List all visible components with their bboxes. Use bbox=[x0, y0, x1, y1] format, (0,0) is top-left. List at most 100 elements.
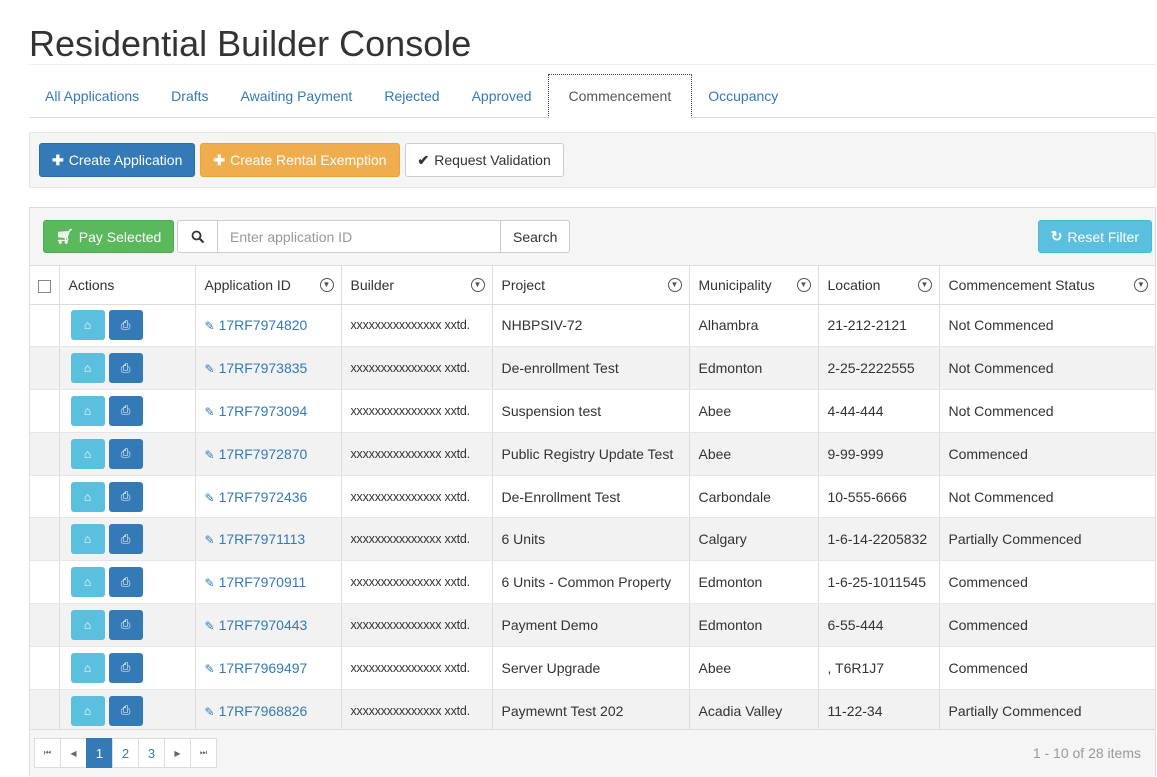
print-icon[interactable]: ⎙ bbox=[108, 438, 143, 469]
page-button-1[interactable]: 1 bbox=[86, 738, 113, 768]
actions-cell: ⌂ ⎙ bbox=[59, 603, 196, 647]
table-row[interactable]: ⌂ ⎙ ✎ 17RF7973094 xxxxxxxxxxxxxxx xxtd. Suspe… bbox=[30, 389, 1155, 433]
municipality-cell: Edmonton bbox=[689, 603, 819, 647]
filter-icon[interactable]: ▼ bbox=[470, 278, 485, 292]
row-select-cell bbox=[30, 560, 60, 605]
application-id-text: 17RF7970911 bbox=[218, 574, 307, 591]
application-id-link[interactable]: ✎ 17RF7973835 bbox=[205, 360, 308, 376]
home-icon[interactable]: ⌂ bbox=[70, 609, 105, 640]
actions-cell: ⌂ ⎙ bbox=[59, 517, 196, 562]
application-id-text: 17RF7973094 bbox=[218, 402, 308, 419]
location-cell: 1-6-14-2205832 bbox=[818, 517, 940, 562]
actions-cell: ⌂ ⎙ bbox=[59, 475, 196, 519]
filter-icon[interactable]: ▼ bbox=[667, 278, 682, 292]
select-all-header bbox=[30, 266, 60, 305]
first-page-icon[interactable]: ⏮ bbox=[34, 738, 61, 768]
print-icon[interactable]: ⎙ bbox=[108, 395, 143, 426]
home-icon[interactable]: ⌂ bbox=[70, 438, 105, 469]
print-icon[interactable]: ⎙ bbox=[108, 652, 143, 683]
table-row[interactable]: ⌂ ⎙ ✎ 17RF7972870 xxxxxxxxxxxxxxx xxtd. Publi… bbox=[30, 432, 1155, 476]
tab-occupancy[interactable]: Occupancy bbox=[692, 74, 794, 117]
column-header-commencement-status[interactable]: Commencement Status ▼ bbox=[939, 266, 1155, 305]
tab-commencement[interactable]: Commencement bbox=[547, 74, 693, 118]
next-page-icon[interactable]: ▶ bbox=[164, 738, 191, 768]
tab-drafts[interactable]: Drafts bbox=[155, 74, 224, 117]
page-button-3[interactable]: 3 bbox=[138, 738, 165, 768]
print-icon[interactable]: ⎙ bbox=[108, 353, 143, 384]
column-header-location[interactable]: Location ▼ bbox=[818, 266, 940, 305]
project-cell: Payment Demo bbox=[492, 603, 690, 647]
application-id-cell: ✎ 17RF7970443 bbox=[195, 603, 342, 647]
home-icon[interactable]: ⌂ bbox=[70, 481, 105, 512]
table-row[interactable]: ⌂ ⎙ ✎ 17RF7969497 xxxxxxxxxxxxxxx xxtd. Serve… bbox=[30, 646, 1155, 690]
last-page-icon[interactable]: ⏭ bbox=[190, 738, 217, 768]
home-icon[interactable]: ⌂ bbox=[70, 310, 105, 341]
filter-icon[interactable]: ▼ bbox=[1134, 278, 1148, 292]
filter-icon[interactable]: ▼ bbox=[319, 278, 334, 292]
create-application-button[interactable]: ✚ Create Application bbox=[39, 143, 196, 177]
application-id-text: 17RF7972436 bbox=[218, 488, 308, 505]
actions-cell: ⌂ ⎙ bbox=[59, 646, 196, 690]
table-row[interactable]: ⌂ ⎙ ✎ 17RF7973835 xxxxxxxxxxxxxxx xxtd. De-en… bbox=[30, 346, 1155, 391]
tab-awaiting-payment[interactable]: Awaiting Payment bbox=[225, 74, 369, 117]
table-row[interactable]: ⌂ ⎙ ✎ 17RF7972436 xxxxxxxxxxxxxxx xxtd. De-En… bbox=[30, 475, 1155, 519]
pay-selected-button[interactable]: 🛒︎ Pay Selected bbox=[43, 220, 175, 253]
print-icon[interactable]: ⎙ bbox=[108, 310, 143, 341]
home-icon[interactable]: ⌂ bbox=[70, 524, 105, 555]
tab-rejected[interactable]: Rejected bbox=[368, 74, 455, 117]
request-validation-button[interactable]: ✔ Request Validation bbox=[404, 143, 564, 177]
column-header-municipality[interactable]: Municipality ▼ bbox=[689, 266, 819, 305]
commencement-status-cell: Partially Commenced bbox=[939, 689, 1155, 733]
page-button-2[interactable]: 2 bbox=[112, 738, 139, 768]
print-icon[interactable]: ⎙ bbox=[108, 695, 143, 726]
select-all-checkbox[interactable] bbox=[38, 279, 51, 293]
actions-cell: ⌂ ⎙ bbox=[59, 304, 196, 348]
application-id-link[interactable]: ✎ 17RF7974820 bbox=[205, 317, 308, 333]
tab-all-applications[interactable]: All Applications bbox=[29, 74, 155, 117]
home-icon[interactable]: ⌂ bbox=[70, 695, 105, 726]
municipality-cell: Abee bbox=[689, 389, 819, 433]
project-cell: De-enrollment Test bbox=[492, 346, 690, 391]
print-icon[interactable]: ⎙ bbox=[108, 567, 143, 598]
commencement-status-cell: Not Commenced bbox=[939, 389, 1155, 433]
table-row[interactable]: ⌂ ⎙ ✎ 17RF7970443 xxxxxxxxxxxxxxx xxtd. Payme… bbox=[30, 603, 1155, 647]
column-header-application-id[interactable]: Application ID ▼ bbox=[195, 266, 342, 305]
application-id-search-input[interactable] bbox=[217, 220, 501, 253]
home-icon[interactable]: ⌂ bbox=[70, 353, 105, 384]
table-row[interactable]: ⌂ ⎙ ✎ 17RF7970911 xxxxxxxxxxxxxxx xxtd. 6 Uni… bbox=[30, 560, 1155, 605]
application-id-cell: ✎ 17RF7971113 bbox=[195, 517, 342, 562]
search-icon bbox=[177, 220, 217, 253]
table-row[interactable]: ⌂ ⎙ ✎ 17RF7974820 xxxxxxxxxxxxxxx xxtd. NHBPS… bbox=[30, 304, 1155, 348]
row-select-cell bbox=[30, 475, 60, 519]
home-icon[interactable]: ⌂ bbox=[70, 567, 105, 598]
search-button[interactable]: Search bbox=[500, 220, 571, 253]
reset-filter-button[interactable]: ↻ Reset Filter bbox=[1037, 220, 1152, 253]
application-id-link[interactable]: ✎ 17RF7969497 bbox=[205, 660, 308, 676]
filter-icon[interactable]: ▼ bbox=[796, 278, 811, 292]
application-id-link[interactable]: ✎ 17RF7972436 bbox=[205, 489, 308, 505]
application-id-link[interactable]: ✎ 17RF7971113 bbox=[205, 531, 306, 547]
pagination-controls: ⏮ ◀ 1 2 3 ▶ ⏭ bbox=[34, 738, 217, 768]
pencil-icon: ✎ bbox=[204, 533, 215, 548]
actions-cell: ⌂ ⎙ bbox=[59, 346, 196, 391]
home-icon[interactable]: ⌂ bbox=[70, 652, 105, 683]
municipality-cell: Alhambra bbox=[689, 304, 819, 348]
application-id-link[interactable]: ✎ 17RF7968826 bbox=[205, 703, 308, 719]
create-rental-exemption-button[interactable]: ✚ Create Rental Exemption bbox=[200, 143, 400, 177]
filter-icon[interactable]: ▼ bbox=[917, 278, 932, 292]
column-header-label: Location bbox=[827, 276, 881, 293]
application-id-link[interactable]: ✎ 17RF7972870 bbox=[205, 446, 308, 462]
column-header-project[interactable]: Project ▼ bbox=[492, 266, 690, 305]
home-icon[interactable]: ⌂ bbox=[70, 395, 105, 426]
print-icon[interactable]: ⎙ bbox=[108, 609, 143, 640]
application-id-link[interactable]: ✎ 17RF7970443 bbox=[205, 617, 308, 633]
table-row[interactable]: ⌂ ⎙ ✎ 17RF7968826 xxxxxxxxxxxxxxx xxtd. Payme… bbox=[30, 689, 1155, 733]
column-header-builder[interactable]: Builder ▼ bbox=[341, 266, 493, 305]
application-id-link[interactable]: ✎ 17RF7973094 bbox=[205, 403, 308, 419]
application-id-link[interactable]: ✎ 17RF7970911 bbox=[205, 574, 307, 590]
previous-page-icon[interactable]: ◀ bbox=[60, 738, 87, 768]
print-icon[interactable]: ⎙ bbox=[108, 524, 143, 555]
tab-approved[interactable]: Approved bbox=[456, 74, 548, 117]
table-row[interactable]: ⌂ ⎙ ✎ 17RF7971113 xxxxxxxxxxxxxxx xxtd. 6 Uni… bbox=[30, 517, 1155, 562]
print-icon[interactable]: ⎙ bbox=[108, 481, 143, 512]
